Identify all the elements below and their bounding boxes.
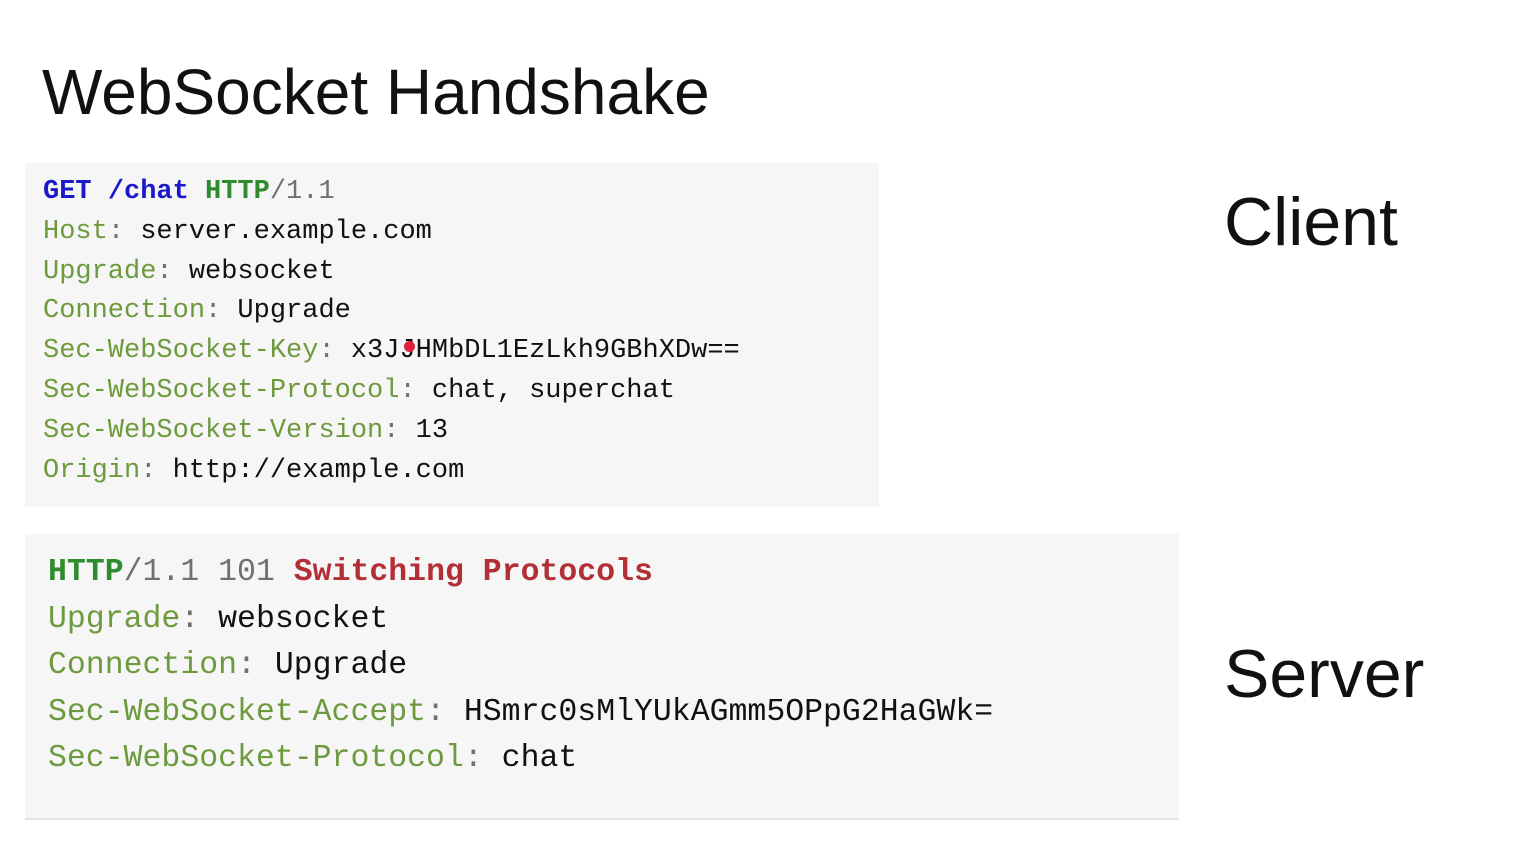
- request-line: GET /chat HTTP/1.1: [43, 173, 879, 213]
- response-header-name: Sec-WebSocket-Accept: [48, 694, 427, 730]
- request-header-separator: :: [318, 336, 335, 367]
- response-header-value: HSmrc0sMlYUkAGmm5OPpG2HaGWk=: [444, 694, 994, 730]
- request-header-name: Upgrade: [43, 256, 157, 287]
- request-header-line: Connection: Upgrade: [43, 292, 879, 332]
- response-header-line: Sec-WebSocket-Protocol: chat: [48, 736, 1179, 783]
- request-header-name: Sec-WebSocket-Protocol: [43, 375, 400, 406]
- response-status-text: Switching Protocols: [293, 555, 653, 590]
- server-response-code-block: HTTP/1.1 101 Switching Protocols Upgrade…: [25, 534, 1179, 820]
- request-header-separator: :: [399, 375, 416, 406]
- request-path: /chat: [107, 177, 189, 207]
- response-header-line: Upgrade: websocket: [48, 597, 1179, 644]
- response-header-name: Upgrade: [48, 601, 181, 637]
- response-header-value: websocket: [199, 601, 389, 637]
- response-header-separator: :: [463, 741, 483, 777]
- status-line: HTTP/1.1 101 Switching Protocols: [48, 550, 1179, 597]
- client-request-code-block: GET /chat HTTP/1.1 Host: server.example.…: [25, 163, 879, 507]
- request-header-name: Connection: [43, 296, 206, 327]
- request-header-line: Sec-WebSocket-Protocol: chat, superchat: [43, 372, 879, 412]
- request-header-value: 13: [399, 415, 449, 446]
- response-protocol: HTTP: [48, 555, 124, 590]
- response-header-value: Upgrade: [255, 648, 408, 684]
- request-header-separator: :: [156, 256, 173, 287]
- request-header-separator: :: [140, 455, 157, 486]
- request-header-value: Upgrade: [221, 296, 351, 327]
- slide-title: WebSocket Handshake: [42, 56, 710, 128]
- request-header-line: Sec-WebSocket-Version: 13: [43, 412, 879, 452]
- response-header-name: Sec-WebSocket-Protocol: [48, 741, 464, 777]
- request-header-separator: :: [205, 296, 222, 327]
- response-header-value: chat: [482, 741, 578, 777]
- request-header-separator: :: [107, 216, 125, 247]
- request-header-value: x3JJHMbDL1EzLkh9GBhXDw==: [334, 336, 740, 367]
- request-header-value: http://example.com: [156, 455, 465, 486]
- request-header-name: Origin: [43, 455, 141, 486]
- response-header-separator: :: [237, 648, 256, 684]
- request-protocol: HTTP: [205, 177, 270, 207]
- request-header-name: Sec-WebSocket-Version: [43, 415, 384, 446]
- request-header-separator: :: [383, 415, 400, 446]
- response-header-line: Connection: Upgrade: [48, 643, 1179, 690]
- response-header-separator: :: [180, 601, 200, 637]
- request-header-value: server.example.com: [124, 216, 432, 247]
- request-header-line: Upgrade: websocket: [43, 253, 879, 293]
- server-label: Server: [1224, 636, 1425, 712]
- response-header-line: Sec-WebSocket-Accept: HSmrc0sMlYUkAGmm5O…: [48, 690, 1179, 737]
- response-header-name: Connection: [48, 648, 238, 684]
- request-header-value: websocket: [172, 256, 335, 287]
- request-header-name: Sec-WebSocket-Key: [43, 336, 319, 367]
- request-header-line: Sec-WebSocket-Key: x3JJHMbDL1EzLkh9GBhXD…: [43, 332, 879, 372]
- client-label: Client: [1224, 184, 1398, 260]
- request-method: GET: [43, 177, 92, 207]
- response-version-status: /1.1 101: [123, 555, 294, 590]
- laser-pointer-dot: [404, 341, 415, 352]
- request-header-name: Host: [43, 216, 108, 247]
- request-version: /1.1: [269, 177, 335, 207]
- response-header-separator: :: [426, 694, 445, 730]
- request-header-value: chat, superchat: [415, 375, 675, 406]
- request-header-line: Origin: http://example.com: [43, 452, 879, 492]
- request-header-line: Host: server.example.com: [43, 213, 879, 253]
